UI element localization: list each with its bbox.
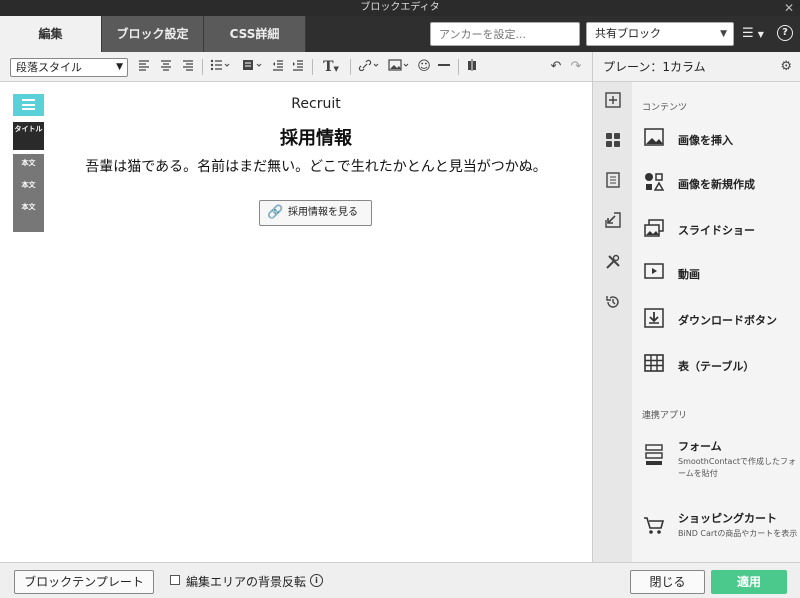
list-item-insert-image[interactable]: 画像を挿入 [642, 128, 798, 154]
block-panel-title: プレーン：1カラム [603, 60, 706, 74]
list-item-form[interactable]: フォーム SmoothContactで作成したフォームを貼付 [642, 434, 798, 486]
heading-block-indicator[interactable] [13, 94, 44, 116]
toolbar-divider [202, 59, 203, 75]
recruit-link-label: 採用情報を見る [288, 207, 358, 218]
close-button[interactable]: 閉じる [630, 570, 705, 594]
editor-toolbar: 段落スタイル ▼ T▼ ☺ ↶ ↷ [0, 52, 592, 82]
column-icon[interactable] [464, 57, 480, 77]
anchor-input[interactable] [430, 22, 580, 46]
history-icon[interactable] [603, 294, 623, 314]
lines-icon [22, 99, 35, 110]
window-close-icon[interactable]: ✕ [784, 0, 794, 16]
paragraph-style-value: 段落スタイル [16, 61, 82, 74]
link-icon[interactable] [356, 57, 382, 77]
shapes-icon [642, 172, 666, 194]
list-item-table[interactable]: 表（テーブル） [642, 354, 798, 380]
tab-edit[interactable]: 編集 [0, 16, 102, 52]
image-icon [642, 128, 666, 150]
list-item-slideshow[interactable]: スライドショー [642, 218, 798, 244]
tab-block-settings[interactable]: ブロック設定 [102, 16, 204, 52]
footer-bar: ブロックテンプレート 編集エリアの背景反転 i 閉じる 適用 [0, 562, 800, 598]
slideshow-icon [642, 218, 666, 240]
content-title[interactable]: 採用情報 [56, 124, 576, 150]
chevron-down-icon: ▼ [720, 29, 727, 39]
tab-bar: 編集 ブロック設定 CSS詳細 共有ブロック ▼ ☰ ▼ ? [0, 16, 800, 52]
list-item-download-button[interactable]: ダウンロードボタン [642, 308, 798, 334]
menu-button[interactable]: ☰ ▼ [742, 24, 770, 44]
page-icon[interactable] [603, 172, 623, 192]
list-item-shopping-cart[interactable]: ショッピングカート BiND Cartの商品やカートを表示 [642, 506, 798, 558]
video-icon [642, 262, 666, 284]
body-indicator-label: 本文 [21, 181, 36, 189]
section-title-contents: コンテンツ [642, 103, 688, 113]
add-block-icon[interactable] [603, 92, 623, 112]
image-icon[interactable] [386, 57, 412, 77]
gear-icon[interactable]: ⚙ [780, 52, 792, 82]
link-icon: 🔗 [267, 205, 284, 220]
toolbar-divider [350, 59, 351, 75]
title-block-indicator[interactable]: タイトル [13, 122, 44, 150]
paragraph-style-select[interactable]: 段落スタイル ▼ [10, 58, 128, 77]
shared-block-select[interactable]: 共有ブロック ▼ [586, 22, 734, 46]
grid-icon[interactable] [603, 132, 623, 152]
window-title: ブロックエディタ [360, 2, 440, 13]
cart-icon [642, 516, 666, 538]
recruit-link-button[interactable]: 🔗 採用情報を見る [259, 200, 372, 226]
editor-canvas[interactable]: タイトル 本文 本文 本文 Recruit 採用情報 吾輩は猫である。名前はまだ… [0, 82, 592, 562]
list-item-video[interactable]: 動画 [642, 262, 798, 288]
body-indicator-label: 本文 [21, 203, 36, 211]
align-left-icon[interactable] [136, 57, 152, 77]
indent-decrease-icon[interactable] [270, 57, 286, 77]
download-icon [642, 308, 666, 330]
list-icon[interactable] [208, 57, 232, 77]
toolbar-divider [458, 59, 459, 75]
chevron-down-icon: ▼ [116, 62, 123, 72]
table-icon [642, 354, 666, 376]
content-body[interactable]: 吾輩は猫である。名前はまだ無い。どこで生れたかとんと見当がつかぬ。 [56, 156, 576, 176]
block-template-button[interactable]: ブロックテンプレート [14, 570, 154, 594]
bg-invert-label[interactable]: 編集エリアの背景反転 [186, 573, 306, 590]
content-eyebrow[interactable]: Recruit [56, 96, 576, 112]
emoji-icon[interactable]: ☺ [416, 57, 432, 77]
indent-increase-icon[interactable] [290, 57, 306, 77]
tab-css-detail[interactable]: CSS詳細 [204, 16, 306, 52]
redo-icon[interactable]: ↷ [568, 57, 584, 77]
import-icon[interactable] [603, 212, 623, 232]
undo-icon[interactable]: ↶ [548, 57, 564, 77]
toolbar-divider [312, 59, 313, 75]
info-icon[interactable]: i [310, 574, 323, 587]
body-block-indicator[interactable]: 本文 本文 本文 [13, 154, 44, 232]
block-panel-header: プレーン：1カラム ⚙ [592, 52, 800, 82]
form-icon [642, 444, 666, 466]
hamburger-icon: ☰ [742, 26, 754, 41]
list-item-create-image[interactable]: 画像を新規作成 [642, 172, 798, 198]
shared-block-value: 共有ブロック [595, 27, 661, 40]
tools-icon[interactable] [603, 254, 623, 274]
side-rail [592, 82, 632, 562]
align-center-icon[interactable] [158, 57, 174, 77]
section-title-apps: 連携アプリ [642, 411, 688, 421]
chevron-down-icon: ▼ [757, 30, 764, 39]
bg-invert-checkbox[interactable] [170, 575, 180, 585]
text-type-icon[interactable]: T▼ [318, 57, 344, 77]
help-icon[interactable]: ? [777, 25, 793, 41]
apply-button[interactable]: 適用 [711, 570, 787, 594]
window-titlebar: ブロックエディタ ✕ [0, 0, 800, 16]
block-parts-list: コンテンツ 画像を挿入 画像を新規作成 スライドショー 動画 ダウンロードボタン… [632, 82, 800, 562]
align-right-icon[interactable] [180, 57, 196, 77]
body-indicator-label: 本文 [21, 159, 36, 167]
horizontal-rule-icon[interactable] [436, 57, 452, 77]
block-icon[interactable] [240, 57, 264, 77]
